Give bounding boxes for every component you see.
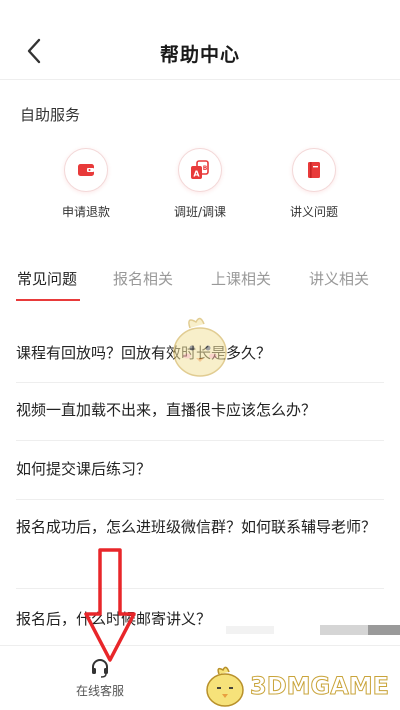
faq-item[interactable]: 报名成功后，怎么进班级微信群？如何联系辅导老师？ [16,500,384,589]
header-bar: 帮助中心 [0,0,400,80]
faq-item[interactable]: 课程有回放吗？回放有效时长是多久？ [16,326,384,383]
decorative-bar [320,625,368,635]
refund-service-label: 申请退款 [61,205,110,219]
bottom-bar: 在线客服 [0,645,400,710]
tab-common-questions[interactable]: 常见问题 [17,268,77,289]
book-icon [292,148,336,192]
online-customer-service-button[interactable]: 在线客服 [40,656,160,699]
handout-service-button[interactable]: 讲义问题 [254,148,374,220]
faq-list: 课程有回放吗？回放有效时长是多久？ 视频一直加载不出来，直播很卡应该怎么办？ 如… [0,326,400,651]
decorative-bar [226,626,274,634]
tab-class[interactable]: 上课相关 [211,268,271,289]
svg-text:B: B [203,165,208,172]
wallet-icon [64,148,108,192]
swap-class-service-button[interactable]: A B 调班/调课 [140,148,260,220]
faq-item[interactable]: 报名后，什么时候邮寄讲义？ [16,589,384,651]
active-tab-indicator [16,299,80,301]
faq-tabs: 常见问题 报名相关 上课相关 讲义相关 [0,258,400,304]
swap-class-icon: A B [178,148,222,192]
svg-text:A: A [193,170,200,179]
faq-item[interactable]: 如何提交课后练习？ [16,441,384,500]
faq-item[interactable]: 视频一直加载不出来，直播很卡应该怎么办？ [16,383,384,441]
swap-class-service-label: 调班/调课 [173,205,227,219]
page-title: 帮助中心 [159,44,240,66]
headset-icon [92,659,108,678]
tab-registration[interactable]: 报名相关 [113,268,173,289]
tab-handout[interactable]: 讲义相关 [309,268,369,289]
self-service-title: 自助服务 [20,106,81,124]
self-service-grid: 申请退款 A B 调班/调课 讲义问题 [0,148,400,228]
online-customer-service-label: 在线客服 [75,684,124,698]
handout-service-label: 讲义问题 [289,205,338,219]
decorative-bar [368,625,400,635]
refund-service-button[interactable]: 申请退款 [26,148,146,220]
